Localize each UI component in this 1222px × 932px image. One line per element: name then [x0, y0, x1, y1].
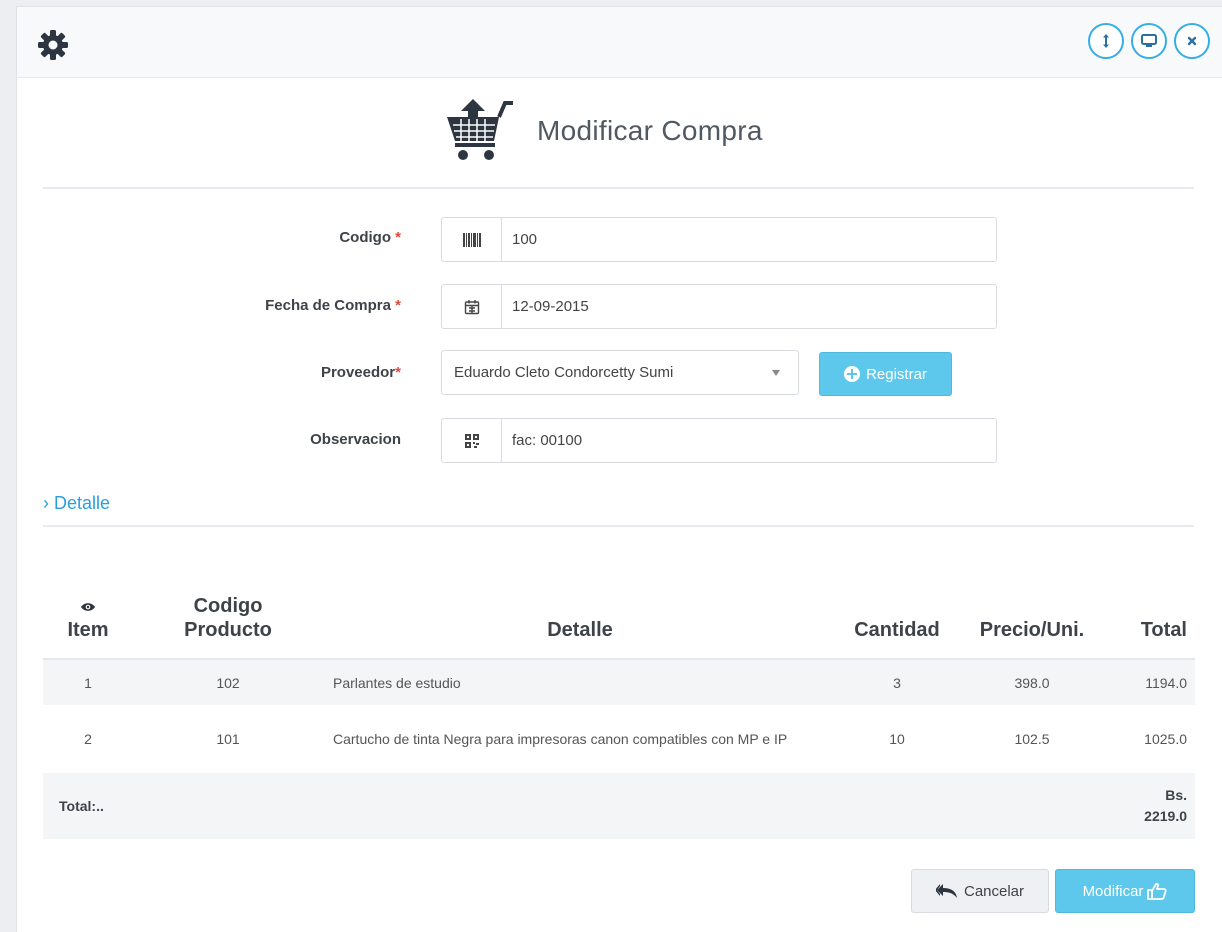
cell-item: 1: [43, 659, 133, 705]
proveedor-select[interactable]: Eduardo Cleto Condorcetty Sumi: [441, 350, 799, 395]
detalle-divider: [43, 525, 1194, 527]
required-mark: *: [395, 364, 401, 381]
resize-icon: [1103, 34, 1109, 48]
chevron-down-icon: [772, 370, 780, 376]
cell-detalle: Cartucho de tinta Negra para impresoras …: [323, 705, 837, 773]
detalle-table: Item Codigo Producto Detalle Cantidad Pre…: [43, 567, 1195, 839]
table-row: 1 102 Parlantes de estudio 3 398.0 1194.…: [43, 659, 1195, 705]
modify-button[interactable]: Modificar: [1055, 869, 1195, 913]
detalle-section-toggle[interactable]: › Detalle: [43, 493, 110, 514]
col-cantidad: Cantidad: [837, 567, 957, 660]
panel-header: [17, 7, 1222, 78]
table-row: 2 101 Cartucho de tinta Negra para impre…: [43, 705, 1195, 773]
cell-total: 1194.0: [1107, 659, 1195, 705]
desktop-icon: [1141, 34, 1157, 47]
col-precio: Precio/Uni.: [957, 567, 1107, 660]
cell-cantidad: 3: [837, 659, 957, 705]
cancel-button[interactable]: Cancelar: [911, 869, 1049, 913]
required-mark: *: [395, 229, 401, 246]
cell-item: 2: [43, 705, 133, 773]
col-total: Total: [1107, 567, 1195, 660]
desktop-button[interactable]: [1131, 23, 1167, 59]
col-codigo-producto: Codigo Producto: [133, 567, 323, 660]
title-divider: [43, 187, 1194, 189]
proveedor-selected-value: Eduardo Cleto Condorcetty Sumi: [454, 364, 674, 381]
total-value: Bs. 2219.0: [1107, 773, 1195, 839]
fecha-input[interactable]: 12-09-2015: [502, 285, 996, 328]
cell-codigo: 102: [133, 659, 323, 705]
observacion-field[interactable]: fac: 00100: [441, 418, 997, 463]
total-label: Total:..: [43, 773, 1107, 839]
qrcode-icon: [442, 419, 502, 462]
close-button[interactable]: [1174, 23, 1210, 59]
fecha-label: Fecha de Compra *: [265, 297, 401, 314]
modal-panel: Modificar Compra Codigo * 100 Fecha de C…: [16, 6, 1222, 932]
page-title-area: Modificar Compra: [17, 97, 1222, 167]
required-mark: *: [395, 297, 401, 314]
eye-icon: [81, 603, 95, 611]
page-title: Modificar Compra: [537, 115, 763, 146]
cell-precio: 102.5: [957, 705, 1107, 773]
gear-icon[interactable]: [37, 29, 69, 61]
codigo-field[interactable]: 100: [441, 217, 997, 262]
cell-cantidad: 10: [837, 705, 957, 773]
thumbs-up-icon: [1147, 882, 1168, 900]
proveedor-label: Proveedor*: [320, 364, 401, 381]
cell-total: 1025.0: [1107, 705, 1195, 773]
resize-button[interactable]: [1088, 23, 1124, 59]
observacion-label: Observacion: [310, 431, 401, 448]
plus-circle-icon: [844, 366, 861, 382]
barcode-icon: [442, 218, 502, 261]
observacion-input[interactable]: fac: 00100: [502, 419, 996, 462]
shopping-cart-upload-icon: [447, 99, 513, 160]
col-detalle: Detalle: [323, 567, 837, 660]
registrar-button[interactable]: Registrar: [819, 352, 952, 396]
codigo-label: Codigo *: [339, 229, 401, 246]
col-item: Item: [43, 567, 133, 660]
calendar-icon: [442, 285, 502, 328]
cell-precio: 398.0: [957, 659, 1107, 705]
fecha-field[interactable]: 12-09-2015: [441, 284, 997, 329]
close-icon: [1187, 36, 1197, 46]
table-total-row: Total:.. Bs. 2219.0: [43, 773, 1195, 839]
cell-detalle: Parlantes de estudio: [323, 659, 837, 705]
codigo-input[interactable]: 100: [502, 218, 996, 261]
cell-codigo: 101: [133, 705, 323, 773]
reply-all-icon: [935, 884, 957, 898]
